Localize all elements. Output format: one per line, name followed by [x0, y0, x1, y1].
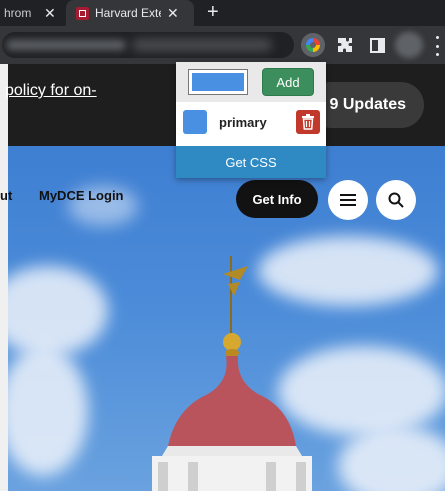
banner-policy-link[interactable]: policy for on- — [5, 82, 97, 100]
color-picker-extension-button[interactable] — [301, 33, 325, 57]
tab-title: hrom — [4, 6, 32, 20]
site-nav: ut MyDCE Login Get Info — [0, 178, 445, 222]
kebab-dot — [435, 36, 439, 39]
tab-previous[interactable]: hrom ✕ — [0, 0, 66, 26]
color-name-label: primary — [219, 115, 267, 130]
tab-harvard-extension[interactable]: Harvard Exte ✕ — [66, 0, 194, 26]
side-panel-icon — [369, 37, 385, 53]
close-icon[interactable]: ✕ — [44, 6, 56, 20]
saved-color-row: primary — [176, 106, 326, 142]
color-input[interactable] — [188, 69, 248, 95]
menu-button[interactable] — [328, 180, 368, 220]
color-wheel-icon — [306, 38, 320, 52]
tab-title: Harvard Exte — [95, 6, 161, 20]
kebab-dot — [435, 44, 439, 48]
add-button[interactable]: Add — [262, 68, 314, 96]
page-edge — [0, 64, 8, 491]
browser-menu-button[interactable] — [434, 36, 440, 56]
color-picker-popup: Add primary Get CSS — [176, 62, 326, 178]
side-panel-button[interactable] — [365, 33, 389, 57]
address-bar[interactable] — [2, 32, 294, 58]
color-swatch[interactable] — [183, 110, 207, 134]
hamburger-icon — [340, 194, 356, 206]
search-button[interactable] — [376, 180, 416, 220]
kebab-dot — [435, 53, 439, 56]
profile-avatar[interactable] — [395, 32, 423, 58]
redacted-url — [132, 39, 272, 51]
delete-button[interactable] — [296, 110, 320, 134]
search-icon — [388, 192, 404, 208]
redacted-url — [6, 40, 126, 50]
get-info-button[interactable]: Get Info — [236, 180, 318, 218]
get-css-button[interactable]: Get CSS — [176, 146, 326, 178]
selected-color-swatch — [192, 73, 244, 91]
mydce-login-link[interactable]: MyDCE Login — [39, 188, 124, 203]
popup-input-row: Add — [176, 62, 326, 102]
browser-toolbar — [0, 26, 445, 64]
close-icon[interactable]: ✕ — [167, 6, 179, 20]
new-tab-button[interactable]: + — [207, 2, 219, 22]
extensions-button[interactable] — [333, 33, 357, 57]
puzzle-icon — [338, 38, 352, 52]
harvard-favicon-icon — [76, 6, 89, 20]
tab-strip: hrom ✕ Harvard Exte ✕ + — [0, 0, 445, 26]
trash-icon — [302, 114, 314, 130]
nav-link-partial[interactable]: ut — [0, 188, 12, 203]
